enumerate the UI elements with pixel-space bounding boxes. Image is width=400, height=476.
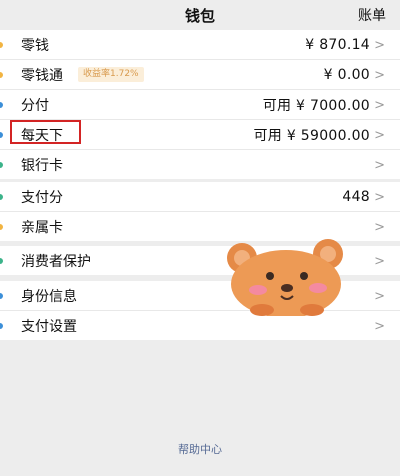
- chevron-right-icon: >: [374, 158, 385, 173]
- row-pay-score[interactable]: 支付分 448 >: [0, 182, 400, 212]
- row-bank-card[interactable]: 银行卡 >: [0, 150, 400, 179]
- page-title: 钱包: [184, 7, 215, 25]
- pay-dot-icon: [0, 132, 3, 138]
- row-label: 分付: [21, 97, 49, 114]
- settings-dot-icon: [0, 323, 3, 329]
- yield-badge: 收益率1.72%: [78, 67, 144, 82]
- family-dot-icon: [0, 224, 3, 230]
- row-change[interactable]: 零钱 ¥ 870.14 >: [0, 30, 400, 60]
- row-value: 448: [342, 188, 370, 205]
- chevron-right-icon: >: [374, 254, 385, 269]
- row-label: 消费者保护: [21, 253, 91, 270]
- help-center-link[interactable]: 帮助中心: [0, 441, 400, 457]
- score-dot-icon: [0, 194, 3, 200]
- chevron-right-icon: >: [374, 190, 385, 205]
- row-value: ¥ 0.00: [323, 66, 370, 83]
- row-fenfu[interactable]: 分付 可用 ¥ 7000.00 >: [0, 90, 400, 120]
- bill-button[interactable]: 账单: [358, 5, 386, 25]
- highlight-box: [10, 120, 81, 144]
- shield-dot-icon: [0, 258, 3, 264]
- row-label: 零钱: [21, 37, 49, 54]
- row-value: 可用 ¥ 7000.00: [262, 97, 370, 114]
- wallet-group-balance: 零钱 ¥ 870.14 > 零钱通 收益率1.72% ¥ 0.00 > 分付 可…: [0, 30, 400, 179]
- row-label: 身份信息: [21, 288, 77, 305]
- row-change-plus[interactable]: 零钱通 收益率1.72% ¥ 0.00 >: [0, 60, 400, 90]
- top-bar: 钱包 账单: [0, 0, 400, 30]
- pay-dot-icon: [0, 102, 3, 108]
- chevron-right-icon: >: [374, 289, 385, 304]
- row-label: 支付设置: [21, 318, 77, 335]
- bear-sticker-icon: [218, 236, 358, 320]
- chevron-right-icon: >: [374, 128, 385, 143]
- id-dot-icon: [0, 293, 3, 299]
- row-label: 银行卡: [21, 157, 63, 174]
- row-value: ¥ 870.14: [305, 36, 370, 53]
- card-dot-icon: [0, 162, 3, 168]
- row-label: 亲属卡: [21, 219, 63, 236]
- coin-dot-icon: [0, 72, 3, 78]
- wallet-group-services: 支付分 448 > 亲属卡 >: [0, 182, 400, 241]
- chevron-right-icon: >: [374, 38, 385, 53]
- chevron-right-icon: >: [374, 68, 385, 83]
- row-label: 零钱通: [21, 67, 63, 84]
- chevron-right-icon: >: [374, 220, 385, 235]
- coin-dot-icon: [0, 42, 3, 48]
- chevron-right-icon: >: [374, 319, 385, 334]
- chevron-right-icon: >: [374, 98, 385, 113]
- row-value: 可用 ¥ 59000.00: [253, 127, 370, 144]
- row-label: 支付分: [21, 189, 63, 206]
